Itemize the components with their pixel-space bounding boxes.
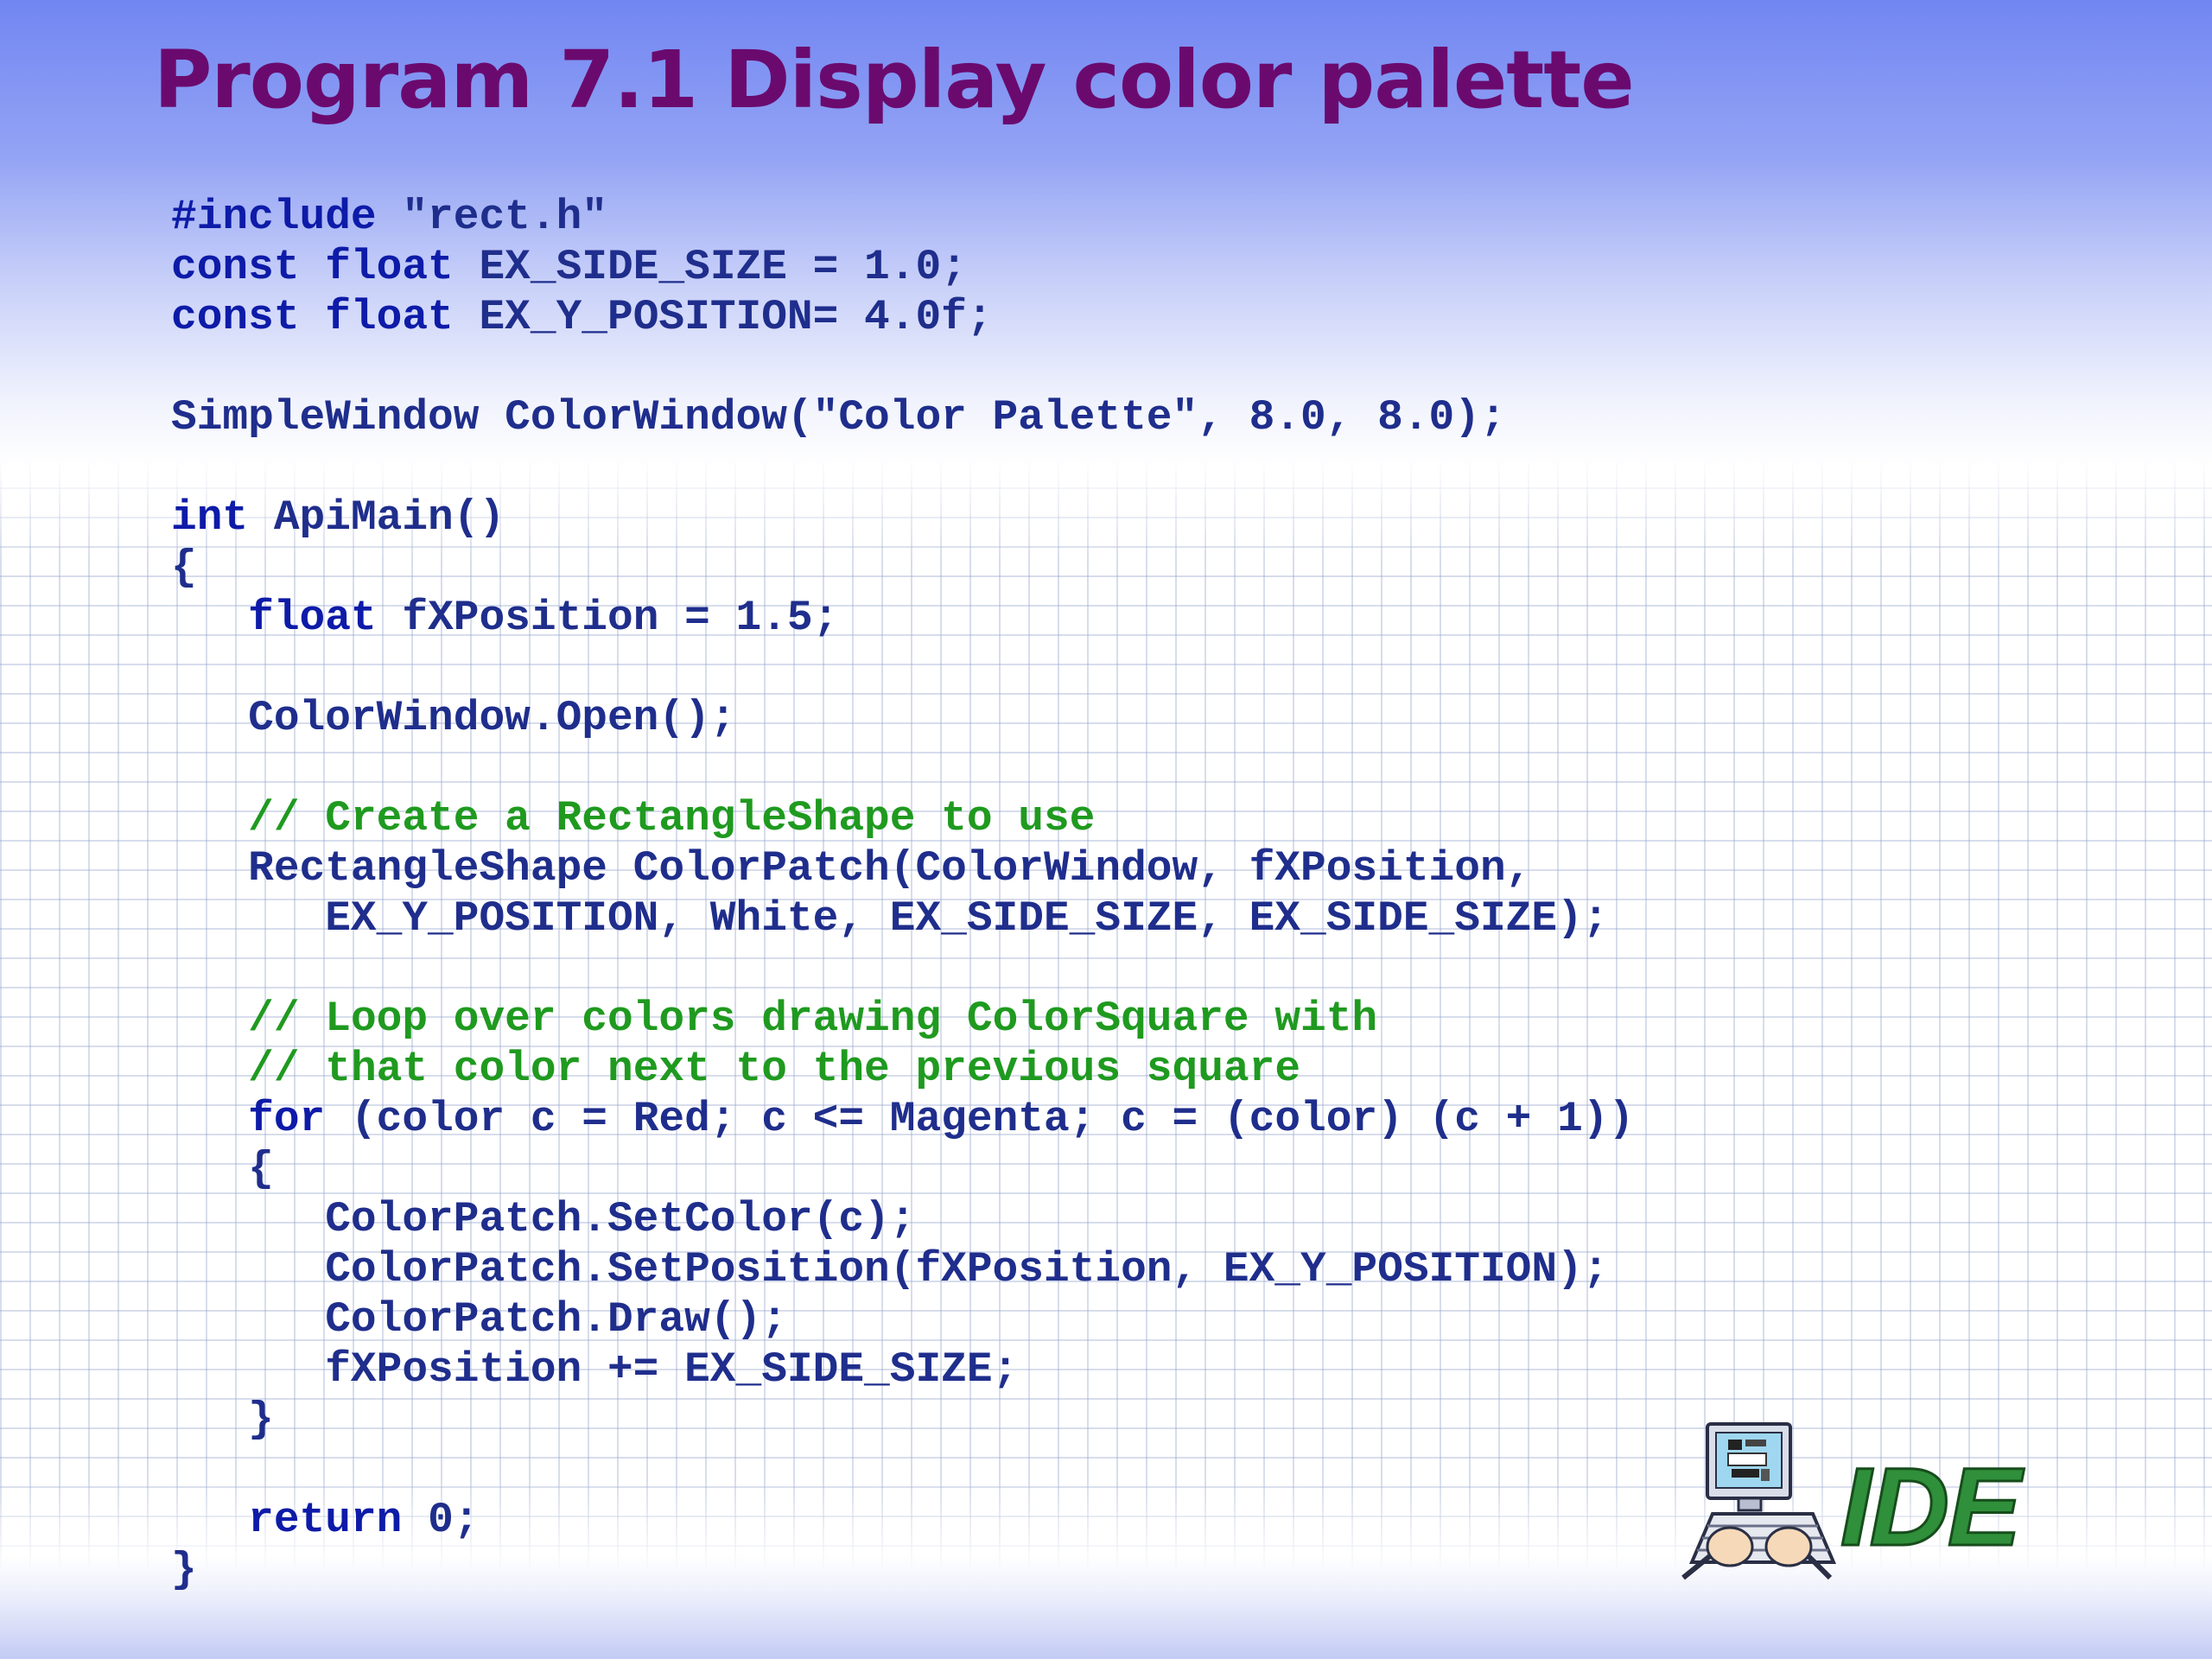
code-line: { — [171, 1144, 1634, 1194]
logo-text: IDE — [1840, 1446, 2024, 1569]
code-line: int ApiMain() — [171, 493, 1634, 543]
code-text: SimpleWindow ColorWindow("Color Palette"… — [171, 393, 1506, 442]
code-listing: #include "rect.h" const float EX_SIDE_SIZ… — [171, 192, 1634, 1595]
code-line: ColorPatch.SetColor(c); — [171, 1194, 1634, 1244]
code-text: } — [171, 1546, 197, 1594]
code-line: // Create a RectangleShape to use — [171, 793, 1634, 843]
computer-icon: IDE — [1681, 1422, 2028, 1580]
code-keyword: return — [248, 1496, 403, 1544]
code-line: RectangleShape ColorPatch(ColorWindow, f… — [171, 843, 1634, 893]
code-line: for (color c = Red; c <= Magenta; c = (c… — [171, 1094, 1634, 1144]
code-keyword: float — [248, 594, 377, 642]
slide: Program 7.1 Display color palette #inclu… — [0, 0, 2212, 1659]
code-text: ColorPatch.SetPosition(fXPosition, EX_Y_… — [171, 1245, 1609, 1294]
code-line: const float EX_SIDE_SIZE = 1.0; — [171, 242, 1634, 292]
code-line: ColorPatch.SetPosition(fXPosition, EX_Y_… — [171, 1244, 1634, 1294]
code-line: const float EX_Y_POSITION= 4.0f; — [171, 292, 1634, 342]
code-line: ColorWindow.Open(); — [171, 693, 1634, 743]
code-text: ApiMain() — [248, 493, 505, 542]
code-text: { — [171, 543, 197, 592]
code-line: fXPosition += EX_SIDE_SIZE; — [171, 1344, 1634, 1395]
code-line: EX_Y_POSITION, White, EX_SIDE_SIZE, EX_S… — [171, 893, 1634, 944]
code-text: ColorPatch.Draw(); — [171, 1295, 787, 1344]
code-line: #include "rect.h" — [171, 192, 1634, 242]
code-text: fXPosition += EX_SIDE_SIZE; — [171, 1345, 1019, 1394]
code-text: { — [171, 1145, 274, 1193]
code-line: // Loop over colors drawing ColorSquare … — [171, 994, 1634, 1044]
code-text: EX_Y_POSITION, White, EX_SIDE_SIZE, EX_S… — [171, 894, 1609, 943]
code-keyword: #include — [171, 193, 377, 241]
code-line: return 0; — [171, 1495, 1634, 1545]
code-text: fXPosition = 1.5; — [376, 594, 839, 642]
code-comment: // Loop over colors drawing ColorSquare … — [248, 995, 1378, 1043]
slide-title: Program 7.1 Display color palette — [154, 34, 1635, 126]
code-line: ColorPatch.Draw(); — [171, 1294, 1634, 1344]
code-keyword: int — [171, 493, 249, 542]
code-line: // that color next to the previous squar… — [171, 1044, 1634, 1094]
code-text: "rect.h" — [376, 193, 607, 241]
code-text: EX_Y_POSITION= 4.0f; — [453, 293, 993, 341]
code-comment: // that color next to the previous squar… — [248, 1045, 1301, 1093]
code-line: } — [171, 1545, 1634, 1595]
code-line: SimpleWindow ColorWindow("Color Palette"… — [171, 392, 1634, 442]
code-text: ColorWindow.Open(); — [171, 694, 736, 742]
ide-logo: IDE — [1678, 1417, 2058, 1583]
code-keyword: const float — [171, 293, 454, 341]
code-text: } — [171, 1395, 274, 1444]
code-keyword: const float — [171, 243, 454, 291]
code-line: float fXPosition = 1.5; — [171, 593, 1634, 643]
code-text: RectangleShape ColorPatch(ColorWindow, f… — [171, 844, 1532, 893]
code-line: { — [171, 543, 1634, 593]
code-text: EX_SIDE_SIZE = 1.0; — [453, 243, 967, 291]
code-text: 0; — [402, 1496, 480, 1544]
code-comment: // Create a RectangleShape to use — [248, 794, 1096, 842]
code-keyword: for — [248, 1095, 326, 1143]
code-text: (color c = Red; c <= Magenta; c = (color… — [325, 1095, 1635, 1143]
code-line: } — [171, 1395, 1634, 1445]
code-text: ColorPatch.SetColor(c); — [171, 1195, 916, 1243]
